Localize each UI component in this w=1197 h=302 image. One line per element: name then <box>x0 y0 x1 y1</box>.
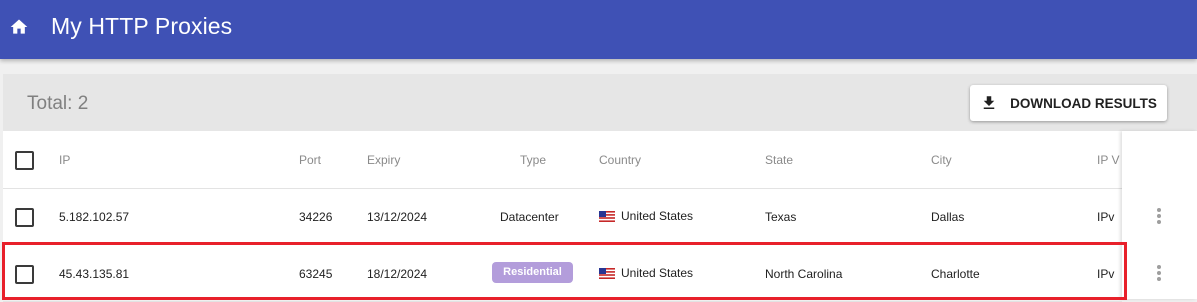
column-header-country[interactable]: Country <box>599 153 641 167</box>
row-checkbox[interactable] <box>15 265 34 284</box>
column-header-ip-version[interactable]: IP V <box>1097 153 1122 167</box>
column-header-ip[interactable]: IP <box>59 153 70 167</box>
us-flag-icon <box>599 268 615 279</box>
select-all-checkbox[interactable] <box>15 151 34 170</box>
column-header-city[interactable]: City <box>931 153 952 167</box>
residential-badge: Residential <box>492 262 573 283</box>
table-header-row: IP Port Expiry Type Country State City I… <box>3 131 1122 189</box>
country-cell: United States <box>599 209 693 223</box>
port-cell: 34226 <box>299 210 333 224</box>
column-header-expiry[interactable]: Expiry <box>367 153 400 167</box>
column-header-state[interactable]: State <box>765 153 793 167</box>
app-bar: My HTTP Proxies <box>0 0 1197 59</box>
total-count: Total: 2 <box>27 93 89 114</box>
download-results-label: DOWNLOAD RESULTS <box>1010 95 1157 111</box>
table-row[interactable]: 45.43.135.81 63245 18/12/2024 Residentia… <box>3 245 1122 302</box>
more-vert-icon[interactable] <box>1151 263 1167 283</box>
more-vert-icon[interactable] <box>1151 206 1167 226</box>
city-cell: Dallas <box>931 210 965 224</box>
expiry-cell: 18/12/2024 <box>367 267 428 281</box>
country-cell: United States <box>599 266 693 280</box>
ip-version-cell: IPv <box>1097 210 1115 224</box>
country-name: United States <box>621 266 694 280</box>
ip-cell: 45.43.135.81 <box>59 267 130 281</box>
ip-cell: 5.182.102.57 <box>59 210 130 224</box>
home-icon[interactable] <box>9 17 29 37</box>
port-cell: 63245 <box>299 267 333 281</box>
proxies-table: IP Port Expiry Type Country State City I… <box>3 131 1197 302</box>
state-cell: North Carolina <box>765 267 843 281</box>
country-name: United States <box>621 209 694 223</box>
table-row[interactable]: 5.182.102.57 34226 13/12/2024 Datacenter… <box>3 188 1122 245</box>
state-cell: Texas <box>765 210 797 224</box>
proxies-card: Total: 2 DOWNLOAD RESULTS IP Port Expiry… <box>3 74 1197 302</box>
column-header-type[interactable]: Type <box>520 153 546 167</box>
download-icon <box>983 96 995 109</box>
results-toolbar: Total: 2 DOWNLOAD RESULTS <box>3 74 1197 131</box>
column-header-port[interactable]: Port <box>299 153 321 167</box>
type-cell: Datacenter <box>500 210 559 224</box>
expiry-cell: 13/12/2024 <box>367 210 428 224</box>
row-actions-column <box>1122 131 1197 299</box>
city-cell: Charlotte <box>931 267 980 281</box>
us-flag-icon <box>599 211 615 222</box>
row-checkbox[interactable] <box>15 208 34 227</box>
ip-version-cell: IPv <box>1097 267 1115 281</box>
page-title: My HTTP Proxies <box>51 13 233 39</box>
download-results-button[interactable]: DOWNLOAD RESULTS <box>970 85 1167 121</box>
